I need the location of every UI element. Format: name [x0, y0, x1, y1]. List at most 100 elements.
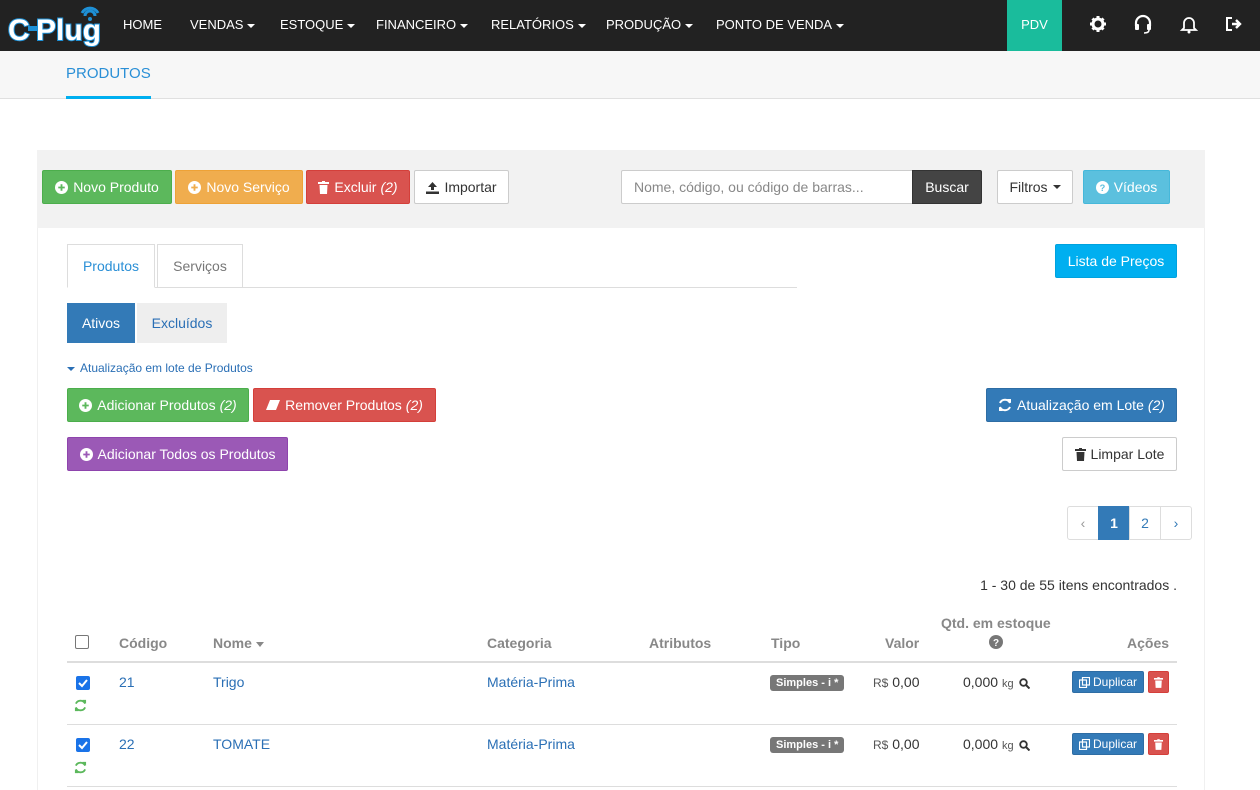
plus-circle-icon — [55, 180, 69, 194]
caret-down-icon — [460, 23, 469, 28]
new-product-label: Novo Produto — [73, 179, 159, 195]
search-button-label: Buscar — [925, 179, 969, 195]
page-1[interactable]: 1 — [1098, 506, 1130, 540]
gear-icon[interactable] — [1088, 14, 1110, 36]
refresh-icon — [998, 398, 1012, 412]
new-product-button[interactable]: Novo Produto — [42, 170, 172, 204]
nav-vendas[interactable]: VENDAS — [190, 0, 256, 51]
row-code[interactable]: 22 — [119, 736, 135, 752]
batch-update-button[interactable]: Atualização em Lote (2) — [986, 388, 1177, 422]
filters-dropdown[interactable]: Filtros — [997, 170, 1073, 204]
question-circle-icon[interactable]: ? — [989, 635, 1003, 652]
page-prev[interactable]: ‹ — [1067, 506, 1099, 540]
col-value-header[interactable]: Valor — [885, 635, 919, 651]
select-all-checkbox[interactable] — [75, 635, 89, 649]
svg-text:?: ? — [993, 638, 999, 649]
row-category[interactable]: Matéria-Prima — [487, 674, 575, 690]
delete-row-button[interactable] — [1148, 733, 1169, 755]
price-list-label: Lista de Preços — [1067, 253, 1165, 269]
plus-circle-icon — [188, 180, 202, 194]
tab-products-label: Produtos — [82, 258, 140, 274]
plus-circle-icon — [79, 398, 93, 412]
delete-button[interactable]: Excluir (2) — [306, 170, 410, 204]
search-button[interactable]: Buscar — [912, 170, 982, 204]
page-next[interactable]: › — [1160, 506, 1192, 540]
add-all-products-button[interactable]: Adicionar Todos os Produtos — [67, 437, 288, 471]
sync-icon — [74, 699, 87, 715]
nav-relatorios-label: RELATÓRIOS — [491, 17, 574, 32]
row-checkbox[interactable] — [76, 738, 90, 752]
row-category[interactable]: Matéria-Prima — [487, 736, 575, 752]
sync-icon — [74, 761, 87, 777]
row-checkbox[interactable] — [76, 676, 90, 690]
col-stock-header[interactable]: Qtd. em estoque — [941, 615, 1051, 631]
tab-services-label: Serviços — [173, 258, 227, 274]
search-icon[interactable] — [1019, 676, 1031, 692]
page-2[interactable]: 2 — [1129, 506, 1161, 540]
caret-down-icon — [67, 366, 75, 371]
cplug-logo[interactable]: C Plug — [7, 4, 103, 48]
row-value: R$ 0,00 — [873, 674, 919, 690]
tab-services[interactable]: Serviços — [157, 244, 243, 288]
value-amount: 0,00 — [892, 674, 920, 690]
nav-estoque-label: ESTOQUE — [280, 17, 344, 32]
delete-row-button[interactable] — [1148, 671, 1169, 693]
row-name[interactable]: TOMATE — [213, 736, 270, 752]
duplicate-button[interactable]: Duplicar — [1072, 671, 1144, 693]
tab-products[interactable]: Produtos — [67, 244, 155, 288]
page-1-label: 1 — [1110, 515, 1118, 531]
row-divider — [67, 724, 1177, 725]
nav-estoque[interactable]: ESTOQUE — [280, 0, 356, 51]
caret-down-icon — [247, 23, 256, 28]
add-products-button[interactable]: Adicionar Produtos (2) — [67, 388, 249, 422]
type-badge: Simples - i * — [770, 737, 845, 753]
pill-deleted[interactable]: Excluídos — [137, 303, 227, 343]
col-name-header[interactable]: Nome — [213, 635, 264, 651]
stock-unit: kg — [1001, 678, 1014, 690]
import-button[interactable]: Importar — [414, 170, 509, 204]
col-category-header[interactable]: Categoria — [487, 635, 552, 651]
bell-icon[interactable] — [1179, 14, 1201, 36]
search-icon[interactable] — [1019, 738, 1031, 754]
new-service-button[interactable]: Novo Serviço — [175, 170, 303, 204]
pdv-button[interactable]: PDV — [1007, 0, 1062, 51]
page-title: PRODUTOS — [66, 65, 151, 82]
headset-icon[interactable] — [1133, 14, 1155, 36]
nav-ponto-de-venda[interactable]: PONTO DE VENDA — [716, 0, 845, 51]
nav-relatorios[interactable]: RELATÓRIOS — [491, 0, 586, 51]
stock-unit: kg — [1001, 740, 1014, 752]
page-prev-label: ‹ — [1080, 515, 1086, 531]
copy-icon — [1078, 676, 1090, 688]
remove-products-button[interactable]: Remover Produtos (2) — [253, 388, 436, 422]
row-name[interactable]: Trigo — [213, 674, 244, 690]
price-list-button[interactable]: Lista de Preços — [1055, 244, 1177, 278]
row-code[interactable]: 21 — [119, 674, 135, 690]
eraser-icon — [266, 400, 281, 410]
clear-batch-label: Limpar Lote — [1090, 446, 1165, 462]
nav-financeiro-label: FINANCEIRO — [376, 17, 457, 32]
nav-producao[interactable]: PRODUÇÃO — [606, 0, 694, 51]
page-2-label: 2 — [1141, 515, 1149, 531]
delete-count: (2) — [380, 179, 398, 195]
col-code-header[interactable]: Código — [119, 635, 167, 651]
pill-active[interactable]: Ativos — [67, 303, 135, 343]
duplicate-button[interactable]: Duplicar — [1072, 733, 1144, 755]
clear-batch-button[interactable]: Limpar Lote — [1062, 437, 1177, 471]
nav-home-label: HOME — [123, 17, 162, 32]
trash-icon — [1154, 738, 1163, 750]
stock-amount: 0,000 — [963, 674, 999, 690]
logout-icon[interactable] — [1224, 14, 1246, 36]
tab-produtos-header[interactable]: PRODUTOS — [66, 51, 151, 99]
nav-financeiro[interactable]: FINANCEIRO — [376, 0, 469, 51]
duplicate-label: Duplicar — [1092, 737, 1137, 751]
videos-button[interactable]: ? Vídeos — [1083, 170, 1170, 204]
trash-icon — [1154, 676, 1163, 688]
trash-icon — [318, 180, 330, 194]
caret-down-icon — [347, 23, 356, 28]
stock-amount: 0,000 — [963, 736, 999, 752]
batch-update-label: Atualização em Lote — [1017, 397, 1144, 413]
nav-home[interactable]: HOME — [123, 0, 162, 51]
search-input[interactable]: Nome, código, ou código de barras... — [621, 170, 913, 204]
pill-active-label: Ativos — [81, 315, 121, 331]
batch-update-toggle[interactable]: Atualização em lote de Produtos — [67, 361, 253, 375]
